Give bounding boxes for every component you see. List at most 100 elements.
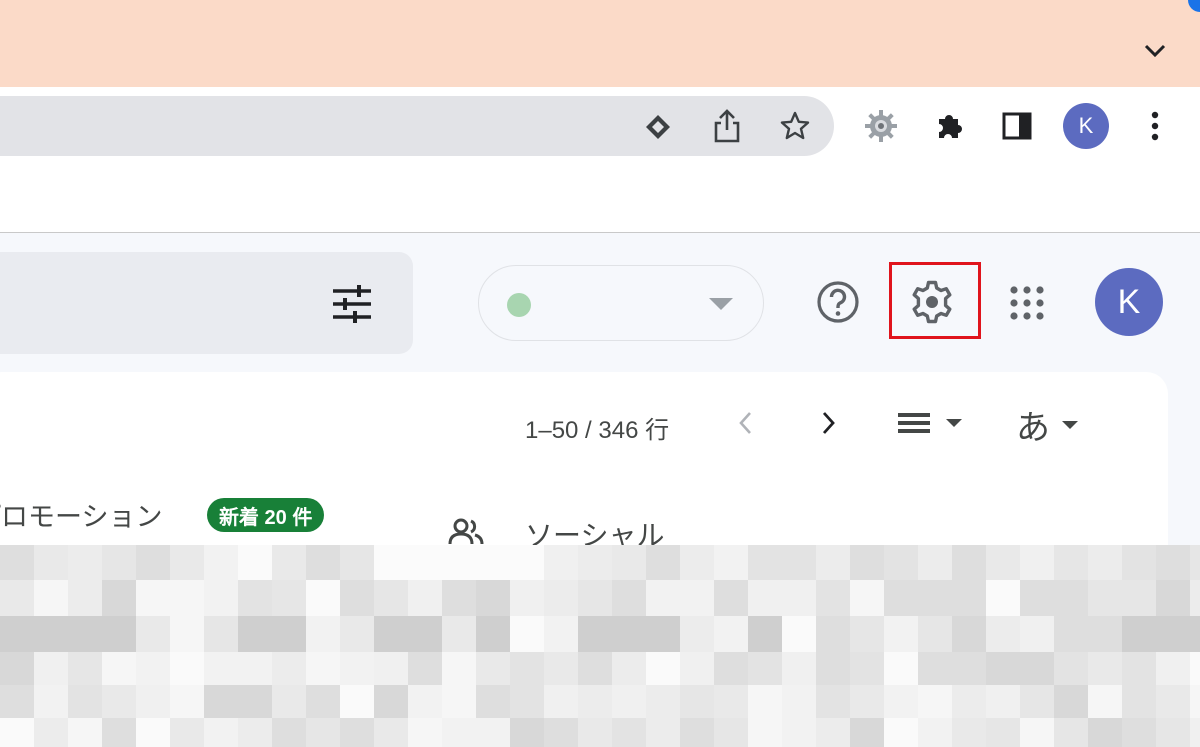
mosaic-cell bbox=[0, 652, 34, 685]
mosaic-cell bbox=[238, 685, 272, 718]
mosaic-cell bbox=[374, 616, 408, 652]
mosaic-cell bbox=[578, 718, 612, 747]
mosaic-cell bbox=[782, 616, 816, 652]
mosaic-cell bbox=[408, 545, 442, 580]
mosaic-cell bbox=[476, 580, 510, 616]
mosaic-cell bbox=[442, 580, 476, 616]
mosaic-cell bbox=[782, 718, 816, 747]
mosaic-cell bbox=[0, 685, 34, 718]
tab-promotions-label: プロモーション bbox=[0, 502, 163, 532]
mosaic-cell bbox=[238, 545, 272, 580]
puzzle-extensions-icon[interactable] bbox=[930, 107, 968, 145]
browser-profile-avatar[interactable]: K bbox=[1063, 103, 1109, 149]
mosaic-cell bbox=[374, 685, 408, 718]
mosaic-cell bbox=[476, 685, 510, 718]
mosaic-cell bbox=[510, 718, 544, 747]
chevron-down-icon bbox=[946, 419, 962, 427]
settings-gear-icon[interactable] bbox=[908, 278, 956, 326]
mosaic-cell bbox=[816, 580, 850, 616]
search-bar[interactable] bbox=[0, 252, 413, 354]
help-icon[interactable] bbox=[814, 278, 862, 326]
mosaic-cell bbox=[1190, 718, 1200, 747]
mosaic-cell bbox=[986, 616, 1020, 652]
extension-gear-icon[interactable] bbox=[862, 107, 900, 145]
mosaic-cell bbox=[68, 652, 102, 685]
mosaic-cell bbox=[68, 718, 102, 747]
mosaic-cell bbox=[986, 652, 1020, 685]
mosaic-cell bbox=[1190, 580, 1200, 616]
mosaic-cell bbox=[374, 545, 408, 580]
account-avatar[interactable]: K bbox=[1095, 268, 1163, 336]
mosaic-cell bbox=[272, 685, 306, 718]
mosaic-cell bbox=[986, 685, 1020, 718]
chrome-menu-icon[interactable] bbox=[1138, 107, 1172, 145]
mosaic-cell bbox=[850, 652, 884, 685]
mosaic-cell bbox=[816, 652, 850, 685]
mosaic-cell bbox=[952, 545, 986, 580]
previous-page-icon[interactable] bbox=[732, 408, 758, 438]
mosaic-cell bbox=[68, 580, 102, 616]
share-icon[interactable] bbox=[708, 105, 746, 147]
bookmarks-bar bbox=[0, 165, 1200, 233]
next-page-icon[interactable] bbox=[816, 408, 842, 438]
mosaic-cell bbox=[442, 616, 476, 652]
bookmark-star-icon[interactable] bbox=[776, 107, 814, 145]
chevron-down-icon bbox=[709, 298, 733, 310]
mosaic-cell bbox=[68, 616, 102, 652]
mosaic-cell bbox=[136, 616, 170, 652]
mosaic-cell bbox=[34, 718, 68, 747]
mosaic-cell bbox=[34, 580, 68, 616]
tab-promotions[interactable]: プロモーション bbox=[0, 495, 168, 534]
search-options-icon[interactable] bbox=[331, 284, 373, 324]
mosaic-cell bbox=[1054, 616, 1088, 652]
mosaic-cell bbox=[680, 616, 714, 652]
input-tools-selector[interactable]: あ bbox=[1016, 400, 1078, 449]
status-selector[interactable] bbox=[478, 265, 764, 341]
mosaic-cell bbox=[102, 718, 136, 747]
mosaic-cell bbox=[340, 718, 374, 747]
mosaic-cell bbox=[306, 685, 340, 718]
mosaic-cell bbox=[0, 580, 34, 616]
mosaic-cell bbox=[374, 718, 408, 747]
mosaic-cell bbox=[850, 616, 884, 652]
mosaic-cell bbox=[816, 685, 850, 718]
mosaic-cell bbox=[748, 616, 782, 652]
mosaic-cell bbox=[272, 580, 306, 616]
mosaic-cell bbox=[204, 685, 238, 718]
mosaic-cell bbox=[612, 545, 646, 580]
mosaic-cell bbox=[816, 718, 850, 747]
mosaic-cell bbox=[1020, 545, 1054, 580]
mosaic-cell bbox=[102, 580, 136, 616]
mosaic-cell bbox=[918, 652, 952, 685]
mosaic-cell bbox=[612, 580, 646, 616]
density-selector[interactable] bbox=[898, 408, 962, 438]
mosaic-cell bbox=[306, 616, 340, 652]
mosaic-cell bbox=[1190, 685, 1200, 718]
mosaic-cell bbox=[952, 685, 986, 718]
side-panel-icon[interactable] bbox=[998, 107, 1036, 145]
google-lens-icon[interactable] bbox=[640, 109, 676, 145]
mosaic-cell bbox=[1088, 652, 1122, 685]
mosaic-cell bbox=[408, 580, 442, 616]
mosaic-cell bbox=[1020, 652, 1054, 685]
mosaic-cell bbox=[952, 616, 986, 652]
mosaic-cell bbox=[918, 580, 952, 616]
mosaic-cell bbox=[680, 718, 714, 747]
mosaic-cell bbox=[272, 718, 306, 747]
chevron-down-icon bbox=[1062, 420, 1078, 429]
mosaic-cell bbox=[1054, 652, 1088, 685]
mosaic-cell bbox=[850, 685, 884, 718]
mosaic-cell bbox=[204, 718, 238, 747]
google-apps-icon[interactable] bbox=[1006, 282, 1048, 324]
mosaic-cell bbox=[476, 616, 510, 652]
mosaic-cell bbox=[170, 616, 204, 652]
mosaic-cell bbox=[884, 652, 918, 685]
mosaic-cell bbox=[782, 685, 816, 718]
mosaic-cell bbox=[510, 580, 544, 616]
mosaic-cell bbox=[850, 545, 884, 580]
mosaic-cell bbox=[986, 718, 1020, 747]
mosaic-cell bbox=[714, 718, 748, 747]
mosaic-cell bbox=[1156, 685, 1190, 718]
tab-search-chevron-icon[interactable] bbox=[1140, 36, 1170, 66]
mosaic-cell bbox=[680, 580, 714, 616]
